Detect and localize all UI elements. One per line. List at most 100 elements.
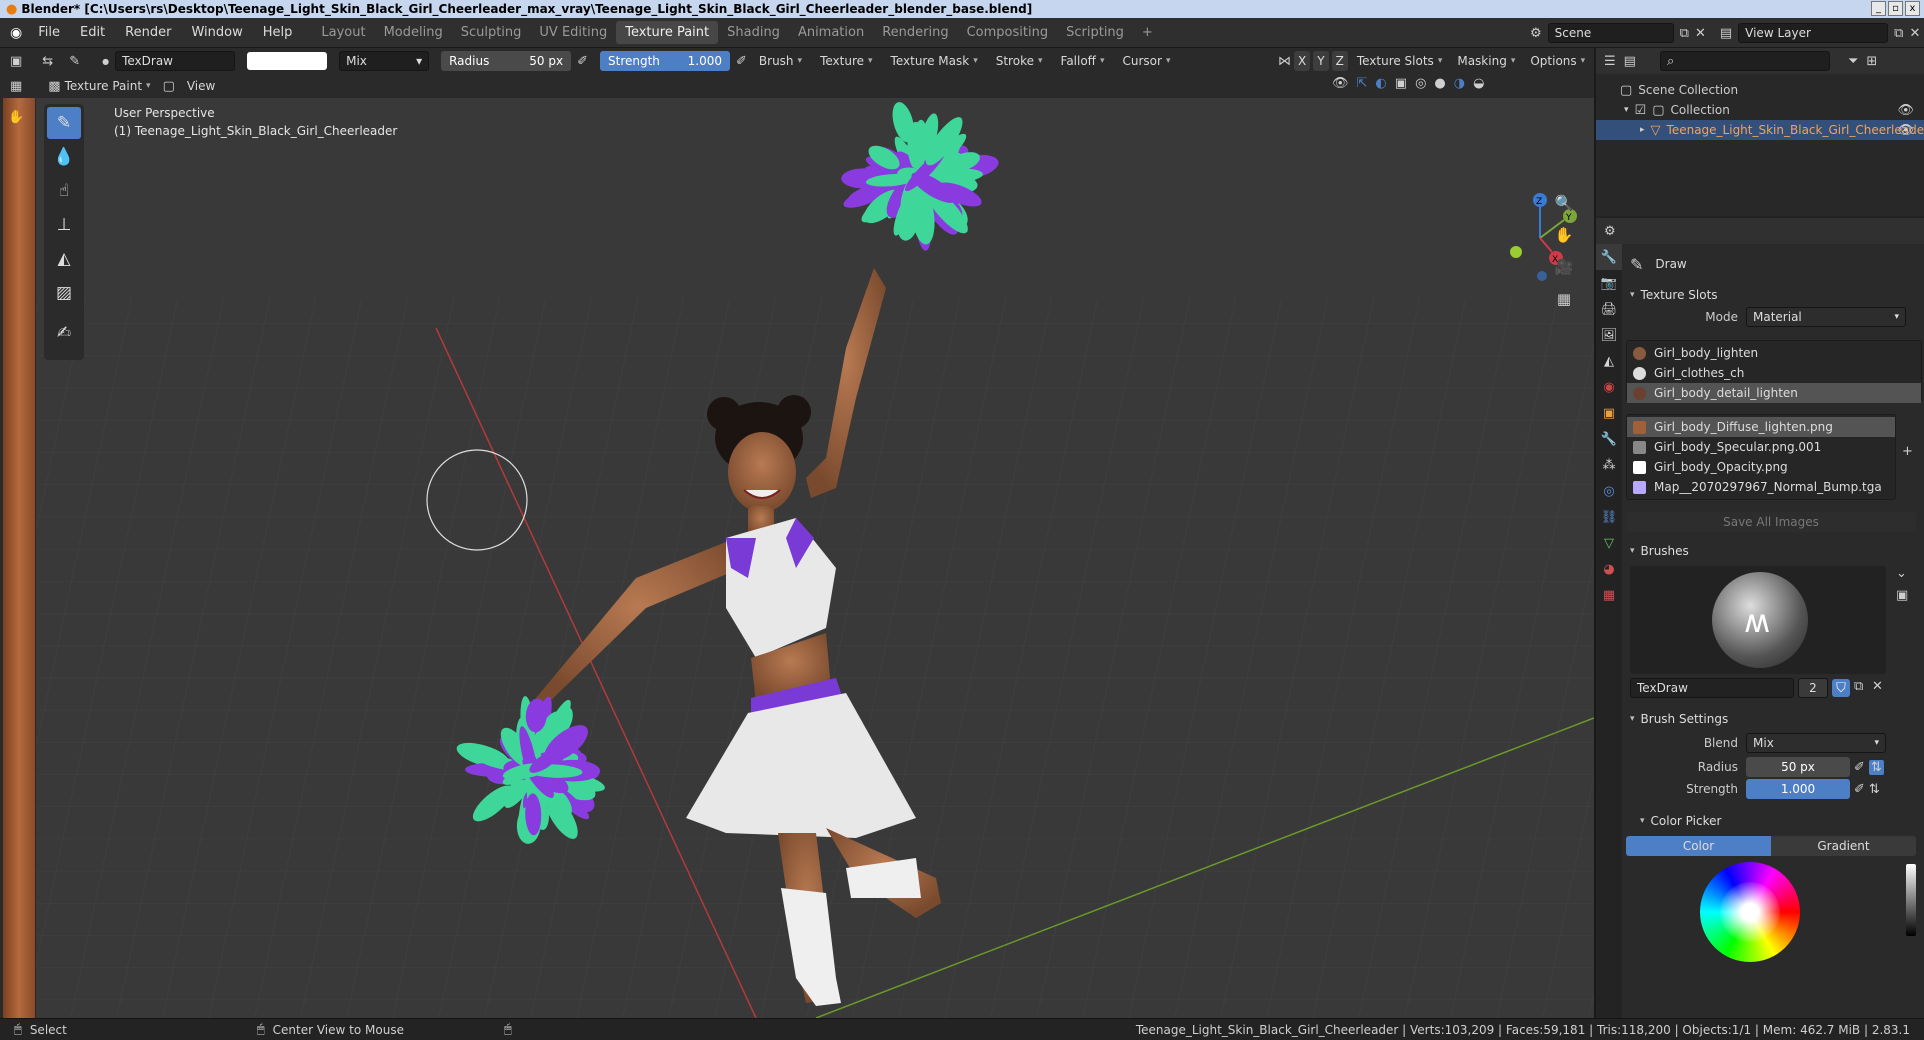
outliner-object[interactable]: ▸ ▽ Teenage_Light_Skin_Black_Girl_Cheerlea…: [1596, 120, 1924, 140]
brush-image-icon[interactable]: ▣: [1896, 588, 1908, 603]
menu-edit[interactable]: Edit: [70, 25, 115, 40]
scene-icon[interactable]: ⚙: [1530, 26, 1542, 41]
fill-tool-button[interactable]: ◭: [47, 243, 81, 275]
draw-tool-button[interactable]: ✎: [47, 107, 81, 139]
mask-tool-button[interactable]: ▨: [47, 277, 81, 309]
tab-uv-editing[interactable]: UV Editing: [530, 21, 616, 44]
radius-unit-icon[interactable]: ⇅: [1868, 759, 1884, 775]
gizmo-toggle-icon[interactable]: ⇱: [1357, 76, 1368, 91]
image-slot-item[interactable]: Girl_body_Specular.png.001: [1627, 437, 1895, 457]
color-tab[interactable]: Color: [1626, 836, 1771, 856]
texture-slots-panel-header[interactable]: ▾ Texture Slots: [1626, 284, 1922, 306]
view-layer-selector[interactable]: View Layer: [1738, 23, 1889, 43]
strength-pressure-icon[interactable]: ✐: [736, 54, 747, 69]
pan-hand-icon[interactable]: ✋: [1550, 222, 1578, 248]
texture-mask-menu[interactable]: Texture Mask ▾: [885, 51, 984, 71]
tab-render[interactable]: 📷: [1596, 270, 1622, 296]
visibility-icon[interactable]: 👁: [1332, 76, 1349, 91]
eye-icon[interactable]: 👁: [1897, 123, 1914, 138]
outliner-type-icon[interactable]: ☰: [1604, 54, 1616, 69]
texture-menu[interactable]: Texture ▾: [814, 51, 878, 71]
symmetry-icon[interactable]: ⋈: [1278, 54, 1291, 69]
mask-toggle-icon[interactable]: ▢: [163, 79, 175, 94]
eye-icon[interactable]: 👁: [1897, 103, 1914, 118]
image-slot-item[interactable]: Girl_body_Opacity.png: [1627, 457, 1895, 477]
fake-user-shield-icon[interactable]: ⛉: [1832, 679, 1850, 697]
tab-scene[interactable]: ◭: [1596, 348, 1622, 374]
tab-layout[interactable]: Layout: [312, 21, 374, 44]
tab-modifiers[interactable]: 🔧: [1596, 426, 1622, 452]
outliner-scene-collection[interactable]: ▢ Scene Collection: [1596, 80, 1924, 100]
material-slot-item[interactable]: Girl_clothes_ch: [1627, 363, 1921, 383]
strength-pressure-icon[interactable]: ✐: [1854, 782, 1865, 797]
xray-icon[interactable]: ▣: [1395, 76, 1407, 91]
brush-menu[interactable]: Brush ▾: [753, 51, 808, 71]
save-all-images-button[interactable]: Save All Images: [1626, 512, 1916, 532]
soften-tool-button[interactable]: 💧: [47, 141, 81, 173]
delete-scene-icon[interactable]: ✕: [1695, 26, 1706, 41]
blender-menu-icon[interactable]: ◉: [10, 25, 22, 41]
radius-slider[interactable]: Radius 50 px: [441, 51, 572, 71]
pressure-icon[interactable]: ✐: [577, 54, 588, 69]
scene-selector[interactable]: Scene: [1547, 23, 1674, 43]
material-slot-item[interactable]: Girl_body_detail_lighten: [1627, 383, 1921, 403]
strength-unit-icon[interactable]: ⇅: [1869, 782, 1880, 797]
falloff-menu[interactable]: Falloff ▾: [1055, 51, 1111, 71]
material-shading-icon[interactable]: ◑: [1454, 76, 1465, 91]
brush-settings-panel-header[interactable]: ▾ Brush Settings: [1626, 708, 1922, 730]
grab-icon[interactable]: ✋: [8, 110, 24, 125]
new-collection-icon[interactable]: ⊞: [1866, 54, 1877, 69]
image-slot-item[interactable]: Girl_body_Diffuse_lighten.png: [1627, 417, 1895, 437]
solid-shading-icon[interactable]: ●: [1434, 76, 1445, 91]
texture-slots-menu[interactable]: Texture Slots ▾: [1351, 51, 1449, 71]
masking-menu[interactable]: Masking ▾: [1451, 51, 1521, 71]
cursor-menu[interactable]: Cursor ▾: [1116, 51, 1176, 71]
brush-name-input[interactable]: TexDraw: [1630, 678, 1794, 698]
duplicate-brush-icon[interactable]: ⧉: [1854, 679, 1863, 694]
tab-particles[interactable]: ⁂: [1596, 452, 1622, 478]
tab-shading[interactable]: Shading: [718, 21, 789, 44]
checker-icon[interactable]: ▦: [10, 79, 22, 94]
gradient-tab[interactable]: Gradient: [1771, 836, 1916, 856]
tab-scripting[interactable]: Scripting: [1057, 21, 1133, 44]
tab-rendering[interactable]: Rendering: [873, 21, 957, 44]
tab-constraints[interactable]: ⛓: [1596, 504, 1622, 530]
options-menu[interactable]: Options ▾: [1524, 51, 1591, 71]
checkbox-icon[interactable]: ☑: [1635, 103, 1647, 118]
clone-tool-button[interactable]: ⊥: [47, 209, 81, 241]
symmetry-x-toggle[interactable]: X: [1294, 51, 1311, 71]
smear-tool-button[interactable]: ☝: [47, 175, 81, 207]
strength-slider[interactable]: 1.000: [1746, 779, 1850, 799]
image-slot-item[interactable]: Map__2070297967_Normal_Bump.tga: [1627, 477, 1895, 497]
tab-physics[interactable]: ◎: [1596, 478, 1622, 504]
add-workspace-button[interactable]: +: [1133, 21, 1162, 44]
brush-color-swatch[interactable]: [247, 52, 328, 70]
expand-brushes-icon[interactable]: ⌄: [1896, 566, 1907, 581]
tab-world[interactable]: ◉: [1596, 374, 1622, 400]
tab-modeling[interactable]: Modeling: [375, 21, 452, 44]
blend-dropdown[interactable]: Mix ▾: [1746, 733, 1886, 753]
wireframe-shading-icon[interactable]: ◎: [1415, 76, 1426, 91]
rendered-shading-icon[interactable]: ◒: [1473, 76, 1484, 91]
maximize-button[interactable]: ▫: [1888, 1, 1903, 16]
tab-texture-paint[interactable]: Texture Paint: [616, 21, 719, 44]
color-picker-panel-header[interactable]: ▾ Color Picker: [1626, 810, 1922, 832]
radius-pressure-icon[interactable]: ✐: [1854, 760, 1865, 775]
ortho-grid-icon[interactable]: ▦: [1550, 286, 1578, 312]
display-mode-icon[interactable]: ▤: [1624, 54, 1636, 69]
gizmo-neg-y-icon[interactable]: [1510, 246, 1522, 258]
delete-view-layer-icon[interactable]: ✕: [1909, 26, 1920, 41]
mode-dropdown[interactable]: Material ▾: [1746, 307, 1906, 327]
tab-view-layer[interactable]: 🖼: [1596, 322, 1622, 348]
minimize-button[interactable]: _: [1871, 1, 1886, 16]
tab-animation[interactable]: Animation: [789, 21, 873, 44]
3d-viewport[interactable]: Z Y X User Perspective (1) Teenage_Light…: [36, 98, 1594, 1018]
menu-help[interactable]: Help: [253, 25, 303, 40]
new-view-layer-icon[interactable]: ⧉: [1894, 26, 1903, 41]
menu-window[interactable]: Window: [181, 25, 252, 40]
properties-type-icon[interactable]: ⚙: [1604, 224, 1616, 239]
stroke-menu[interactable]: Stroke ▾: [990, 51, 1049, 71]
outliner-search-input[interactable]: ⌕: [1659, 51, 1830, 71]
brush-icon[interactable]: ✎: [69, 54, 80, 69]
zoom-icon[interactable]: 🔍: [1550, 190, 1578, 216]
